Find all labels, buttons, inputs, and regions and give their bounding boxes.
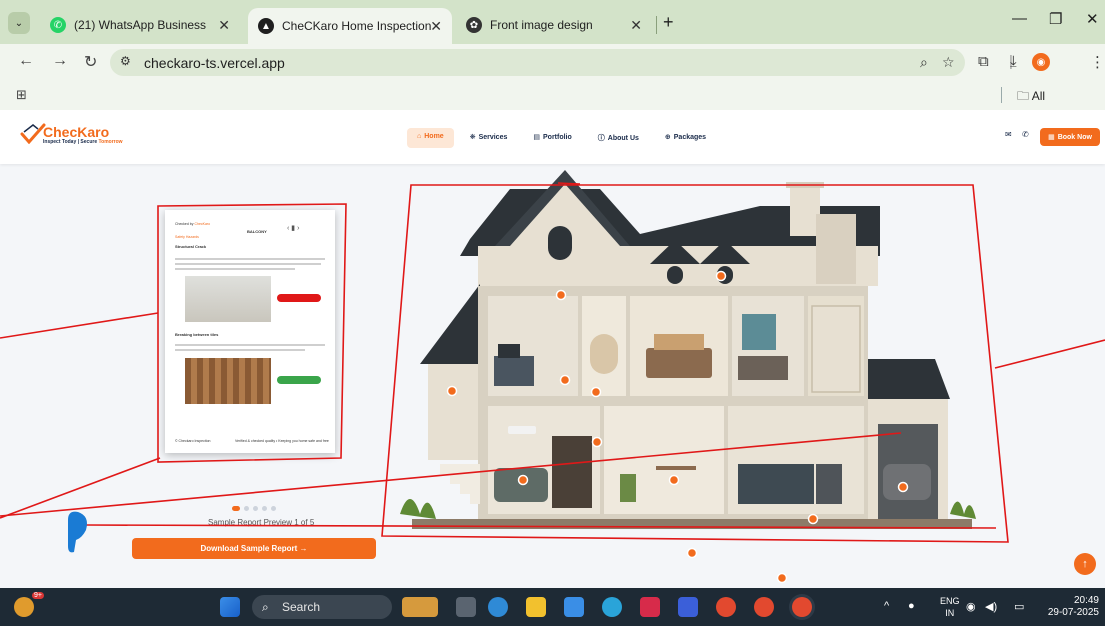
nav-about[interactable]: ⓘ About Us bbox=[588, 128, 649, 148]
carousel-dots bbox=[232, 506, 276, 511]
nav-services[interactable]: ❋ Services bbox=[460, 128, 518, 148]
new-tab-icon[interactable]: + bbox=[663, 12, 674, 33]
logo-text[interactable]: ChecKaro bbox=[43, 124, 109, 140]
language-indicator[interactable]: ENG IN bbox=[940, 595, 960, 619]
weather-widget-icon[interactable] bbox=[14, 597, 34, 617]
taskbar-clock[interactable]: 20:49 29-07-2025 bbox=[1044, 595, 1099, 619]
start-icon[interactable] bbox=[220, 597, 240, 617]
site-icon: ▲ bbox=[258, 18, 274, 34]
chatgpt-icon: ✿ bbox=[466, 17, 482, 33]
tab-whatsapp[interactable]: ✆ (21) WhatsApp Business ✕ bbox=[40, 10, 240, 40]
copilot-icon[interactable] bbox=[488, 597, 508, 617]
profile-avatar[interactable]: ◉ bbox=[1032, 53, 1050, 71]
battery-icon[interactable]: ▭ bbox=[1014, 600, 1024, 613]
tab-front-image[interactable]: ✿ Front image design ✕ bbox=[456, 10, 652, 40]
main-nav: ⌂ Home ❋ Services ▤ Portfolio ⓘ About Us ⊕ Pa… bbox=[407, 128, 716, 148]
web-page: ChecKaro Inspect Today | Secure Tomorrow… bbox=[0, 110, 1105, 588]
tab-search-button[interactable]: ⌄ bbox=[8, 12, 30, 34]
nav-portfolio[interactable]: ▤ Portfolio bbox=[523, 128, 581, 148]
extensions-icon[interactable]: ⧉ bbox=[978, 53, 989, 70]
zoom-icon[interactable]: ⌕ bbox=[920, 54, 928, 71]
volume-icon[interactable]: ◀) bbox=[985, 600, 997, 613]
close-icon[interactable]: ✕ bbox=[218, 17, 230, 34]
download-sample-report-button[interactable]: Download Sample Report → bbox=[132, 538, 376, 559]
chrome-icon[interactable] bbox=[716, 597, 736, 617]
site-header: ChecKaro Inspect Today | Secure Tomorrow… bbox=[0, 110, 1105, 164]
store-icon[interactable] bbox=[564, 597, 584, 617]
wps-icon[interactable] bbox=[640, 597, 660, 617]
report-nav-arrows: ‹ ▮ › bbox=[287, 225, 300, 232]
minimize-icon[interactable]: — bbox=[1012, 10, 1027, 27]
nav-home[interactable]: ⌂ Home bbox=[407, 128, 454, 148]
portfolio-icon: ▤ bbox=[533, 134, 540, 141]
tab-checkaro[interactable]: ▲ CheCKaro Home Inspection - In ✕ bbox=[248, 8, 452, 44]
network-activity-icon[interactable]: ● bbox=[908, 600, 915, 612]
logo-tagline: Inspect Today | Secure Tomorrow bbox=[43, 139, 123, 145]
bookmarks-divider bbox=[1001, 87, 1002, 103]
task-view-icon[interactable] bbox=[456, 597, 476, 617]
info-icon: ⓘ bbox=[597, 135, 605, 142]
report-image-tiles bbox=[185, 358, 271, 404]
report-preview-label: Sample Report Preview 1 of 5 bbox=[208, 518, 315, 527]
report-badge-green bbox=[277, 376, 321, 384]
bookmarks-bar: ⊞ 🗀 All Bookmarks bbox=[0, 80, 1105, 122]
report-badge-red bbox=[277, 294, 321, 302]
report-image-crack bbox=[185, 276, 271, 322]
search-highlight-icon[interactable] bbox=[402, 597, 438, 617]
bookmark-star-icon[interactable]: ☆ bbox=[942, 54, 955, 71]
wifi-icon[interactable]: ◉ bbox=[966, 600, 976, 613]
chrome-profile-icon[interactable] bbox=[754, 597, 774, 617]
taskbar-search[interactable]: ⌕ Search bbox=[252, 595, 392, 619]
back-icon[interactable]: ← bbox=[18, 52, 34, 70]
chrome-active-icon[interactable] bbox=[792, 597, 812, 617]
close-icon[interactable]: ✕ bbox=[430, 18, 442, 35]
home-icon: ⌂ bbox=[417, 133, 422, 140]
tray-chevron-icon[interactable]: ^ bbox=[884, 600, 889, 612]
carousel-dot[interactable] bbox=[244, 506, 249, 511]
apps-grid-icon[interactable]: ⊞ bbox=[16, 87, 27, 103]
reload-icon[interactable]: ↻ bbox=[84, 52, 97, 72]
folder-icon: 🗀 bbox=[1017, 89, 1030, 103]
book-now-button[interactable]: ▦ Book Now bbox=[1040, 128, 1100, 146]
carousel-dot[interactable] bbox=[253, 506, 258, 511]
carousel-dot[interactable] bbox=[271, 506, 276, 511]
close-icon[interactable]: ✕ bbox=[630, 17, 642, 34]
notification-badge: 9+ bbox=[32, 592, 44, 599]
file-explorer-icon[interactable] bbox=[526, 597, 546, 617]
tab-divider bbox=[656, 16, 657, 34]
house-ground bbox=[412, 519, 972, 529]
package-icon: ⊕ bbox=[664, 134, 671, 141]
scroll-to-top-button[interactable]: ↑ bbox=[1074, 553, 1096, 575]
carousel-dot[interactable] bbox=[232, 506, 240, 511]
restore-icon[interactable]: ❐ bbox=[1049, 10, 1062, 28]
nav-packages[interactable]: ⊕ Packages bbox=[655, 128, 716, 148]
address-bar[interactable]: ⚙ checkaro-ts.vercel.app ⌕ ☆ bbox=[110, 49, 965, 76]
browser-tab-strip: ⌄ ✆ (21) WhatsApp Business ✕ ▲ CheCKaro … bbox=[0, 0, 1105, 44]
browser-toolbar: ← → ↻ ⚙ checkaro-ts.vercel.app ⌕ ☆ ⧉ | ⤓… bbox=[0, 44, 1105, 80]
forward-icon[interactable]: → bbox=[52, 52, 68, 70]
phone-icon[interactable]: ✆ bbox=[1022, 130, 1029, 139]
site-info-icon[interactable]: ⚙ bbox=[120, 54, 131, 68]
download-icon[interactable]: ⤓ bbox=[1010, 53, 1017, 70]
mail-icon[interactable]: ✉ bbox=[1005, 130, 1012, 139]
calendar-icon: ▦ bbox=[1048, 134, 1055, 141]
menu-icon[interactable]: ⋮ bbox=[1090, 53, 1105, 71]
services-icon: ❋ bbox=[469, 134, 476, 141]
close-window-icon[interactable]: ✕ bbox=[1086, 10, 1099, 28]
whatsapp-icon: ✆ bbox=[50, 17, 66, 33]
carousel-dot[interactable] bbox=[262, 506, 267, 511]
app-icon[interactable] bbox=[678, 597, 698, 617]
search-icon: ⌕ bbox=[262, 600, 269, 614]
edge-icon[interactable] bbox=[602, 597, 622, 617]
windows-taskbar: 9+ ⌕ Search ^ ● ENG IN ◉ ◀) ▭ 20:49 29-07-… bbox=[0, 588, 1105, 626]
sample-report-card[interactable]: Checked by ChecKaro BALCONY ‹ ▮ › Safety… bbox=[165, 210, 335, 453]
